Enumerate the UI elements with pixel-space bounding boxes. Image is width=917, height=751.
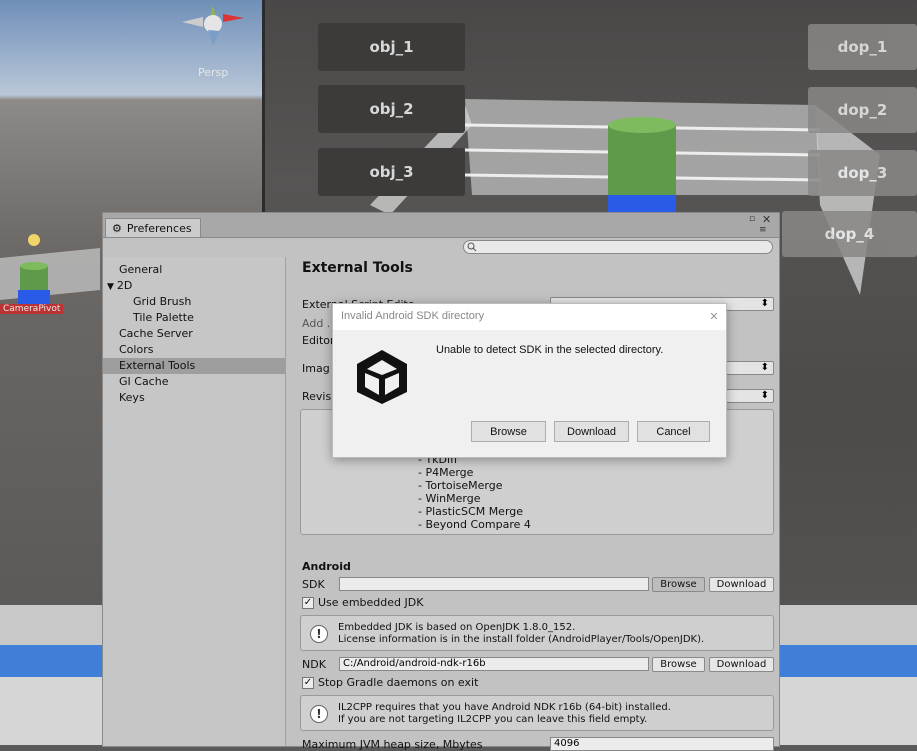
dop-3-button[interactable]: dop_3 [808,150,917,196]
chevron-down-icon[interactable]: ▼ [107,282,114,292]
android-section-title: Android [302,560,351,573]
diff-tool-item: - PlasticSCM Merge [418,505,524,518]
sidebar-item-cache-server[interactable]: Cache Server [103,326,285,342]
sidebar-item-general[interactable]: General [103,262,285,278]
obj-2-button[interactable]: obj_2 [318,85,465,133]
persp-label[interactable]: Persp [198,66,228,79]
dialog-message: Unable to detect SDK in the selected dir… [436,344,664,356]
jvm-heap-field[interactable]: 4096 [550,737,774,751]
sdk-path-field[interactable] [339,577,649,591]
revision-control-label: Revis [302,390,332,403]
preferences-sidebar: General ▼ 2D Grid Brush Tile Palette Cach… [103,257,286,746]
use-embedded-jdk-checkbox[interactable]: ✓ [302,597,314,609]
ndk-label: NDK [302,658,326,671]
preferences-search-input[interactable] [463,240,773,254]
ndk-path-field[interactable]: C:/Android/android-ndk-r16b [339,657,649,671]
preferences-window: ⚙ Preferences ▫ ✕ ≡ General ▼ 2D Grid Bru… [102,212,780,751]
stop-gradle-checkbox[interactable]: ✓ [302,677,314,689]
scene-objects-preview [0,234,100,306]
info-icon: ! [310,625,328,643]
sidebar-item-2d[interactable]: ▼ 2D [103,278,285,294]
preferences-tab-bar: ⚙ Preferences ▫ ✕ ≡ [103,213,779,238]
scene-gizmo-icon[interactable] [178,0,248,50]
il2cpp-help-line-1: IL2CPP requires that you have Android ND… [338,702,671,713]
jdk-info-box: ! Embedded JDK is based on OpenJDK 1.8.0… [300,615,774,651]
image-app-label: Imag [302,362,330,375]
dialog-browse-button[interactable]: Browse [471,421,546,442]
dop-4-button[interactable]: dop_4 [782,211,917,257]
obj-3-button[interactable]: obj_3 [318,148,465,196]
sdk-download-button[interactable]: Download [709,577,774,592]
info-icon: ! [310,705,328,723]
sidebar-item-colors[interactable]: Colors [103,342,285,358]
sidebar-item-keys[interactable]: Keys [103,390,285,406]
stop-gradle-label: Stop Gradle daemons on exit [318,676,479,689]
sdk-label: SDK [302,578,325,591]
sdk-browse-button[interactable]: Browse [652,577,705,592]
preferences-tab-label: Preferences [126,221,192,235]
invalid-sdk-dialog: Invalid Android SDK directory ✕ Unable t… [332,303,727,458]
ndk-download-button[interactable]: Download [709,657,774,672]
dialog-cancel-button[interactable]: Cancel [637,421,710,442]
diff-tool-item: - P4Merge [418,466,474,479]
gear-icon: ⚙ [112,221,122,235]
ndk-browse-button[interactable]: Browse [652,657,705,672]
editor-attaching-label: Editor [302,334,335,347]
dropdown-arrow-icon: ⬍ [760,390,769,401]
dropdown-arrow-icon: ⬍ [760,362,769,373]
dop-2-button[interactable]: dop_2 [808,87,917,133]
use-embedded-jdk-label: Use embedded JDK [318,596,424,609]
dialog-download-button[interactable]: Download [554,421,629,442]
sidebar-item-tile-palette[interactable]: Tile Palette [103,310,285,326]
maximize-icon[interactable]: ▫ [749,214,755,224]
diff-tool-item: - Beyond Compare 4 [418,518,531,531]
dop-1-button[interactable]: dop_1 [808,24,917,70]
dialog-title: Invalid Android SDK directory [341,310,485,322]
add-args-label: Add . [302,317,331,330]
dropdown-arrow-icon: ⬍ [760,298,769,309]
jdk-help-line-1: Embedded JDK is based on OpenJDK 1.8.0_1… [338,622,576,633]
search-icon [467,242,477,252]
preferences-tab[interactable]: ⚙ Preferences [105,218,201,237]
il2cpp-info-box: ! IL2CPP requires that you have Android … [300,695,774,731]
diff-tool-item: - TortoiseMerge [418,479,503,492]
camera-pivot-label: CameraPivot [0,304,64,314]
unity-logo-icon [357,350,407,404]
sidebar-item-grid-brush[interactable]: Grid Brush [103,294,285,310]
obj-1-button[interactable]: obj_1 [318,23,465,71]
page-title: External Tools [302,260,413,276]
dialog-close-icon[interactable]: ✕ [706,309,722,325]
diff-tool-item: - WinMerge [418,492,481,505]
il2cpp-help-line-2: If you are not targeting IL2CPP you can … [338,714,648,725]
sidebar-item-gi-cache[interactable]: GI Cache [103,374,285,390]
sidebar-item-external-tools[interactable]: External Tools [103,358,285,374]
jdk-help-line-2: License information is in the install fo… [338,634,705,645]
window-menu-icon[interactable]: ≡ [759,225,767,235]
